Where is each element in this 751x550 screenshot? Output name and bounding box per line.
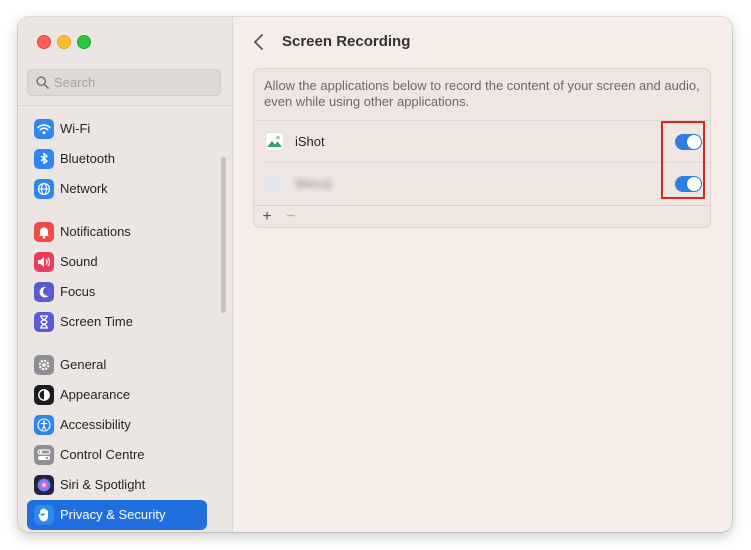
sidebar-item-focus[interactable]: Focus: [27, 277, 207, 307]
sidebar-item-notifications[interactable]: Notifications: [27, 217, 207, 247]
app-row-wecut: Wecut: [254, 163, 710, 205]
maximize-window-button[interactable]: [77, 35, 91, 49]
search-input[interactable]: [54, 70, 214, 95]
bell-icon: [34, 222, 54, 242]
sidebar-item-label: Appearance: [60, 387, 131, 402]
sidebar-item-accessibility[interactable]: Accessibility: [27, 410, 207, 440]
sidebar-item-screen-time[interactable]: Screen Time: [27, 307, 207, 337]
sidebar-divider: [18, 105, 232, 106]
sidebar-item-label: Bluetooth: [60, 151, 115, 166]
moon-icon: [34, 282, 54, 302]
speaker-icon: [34, 252, 54, 272]
sidebar-item-label: Privacy & Security: [60, 507, 166, 522]
sidebar-item-bluetooth[interactable]: Bluetooth: [27, 144, 207, 174]
settings-window: Wi-Fi Bluetooth Network Notifications: [18, 17, 732, 532]
sidebar-item-label: Screen Time: [60, 314, 133, 329]
hourglass-icon: [34, 312, 54, 332]
sidebar-item-label: General: [60, 357, 107, 372]
toggle-highlight-box: [661, 121, 705, 199]
sidebar-scrollbar[interactable]: [221, 157, 226, 313]
sidebar-item-control-centre[interactable]: Control Centre: [27, 440, 207, 470]
sidebar-item-siri-spotlight[interactable]: Siri & Spotlight: [27, 470, 207, 500]
search-field[interactable]: [27, 69, 221, 96]
appearance-icon: [34, 385, 54, 405]
screen-recording-panel: Allow the applications below to record t…: [253, 68, 711, 228]
app-name: iShot: [295, 134, 325, 149]
sidebar-item-general[interactable]: General: [27, 350, 207, 380]
accessibility-icon: [34, 415, 54, 435]
page-title: Screen Recording: [282, 33, 411, 50]
search-icon: [36, 76, 49, 89]
panel-description: Allow the applications below to record t…: [264, 78, 700, 109]
add-app-button[interactable]: +: [259, 208, 275, 226]
sidebar-item-label: Notifications: [60, 224, 131, 239]
sidebar-item-label: Accessibility: [60, 417, 131, 432]
sidebar-item-sound[interactable]: Sound: [27, 247, 207, 277]
sidebar-item-label: Focus: [60, 284, 96, 299]
sidebar-item-label: Siri & Spotlight: [60, 477, 146, 492]
gear-icon: [34, 355, 54, 375]
minimize-window-button[interactable]: [57, 35, 71, 49]
main-content: Screen Recording Allow the applications …: [233, 17, 732, 532]
back-chevron-icon[interactable]: [249, 31, 269, 53]
app-name: Wecut: [295, 176, 332, 191]
hand-icon: [34, 505, 54, 525]
remove-app-button[interactable]: −: [283, 208, 299, 226]
sidebar-item-label: Network: [60, 181, 108, 196]
sidebar-item-label: Control Centre: [60, 447, 145, 462]
sidebar-item-appearance[interactable]: Appearance: [27, 380, 207, 410]
sidebar-item-wifi[interactable]: Wi-Fi: [27, 114, 207, 144]
control-centre-icon: [34, 445, 54, 465]
ishot-app-icon: [265, 132, 284, 151]
sidebar-item-privacy-security[interactable]: Privacy & Security: [27, 500, 207, 530]
panel-footer-divider: [254, 205, 710, 206]
close-window-button[interactable]: [37, 35, 51, 49]
app-icon: [265, 174, 284, 193]
sidebar: Wi-Fi Bluetooth Network Notifications: [18, 17, 233, 532]
siri-icon: [34, 475, 54, 495]
sidebar-item-label: Sound: [60, 254, 98, 269]
bluetooth-icon: [34, 149, 54, 169]
app-row-ishot: iShot: [254, 121, 710, 163]
globe-icon: [34, 179, 54, 199]
wifi-icon: [34, 119, 54, 139]
sidebar-item-network[interactable]: Network: [27, 174, 207, 204]
sidebar-item-label: Wi-Fi: [60, 121, 91, 136]
